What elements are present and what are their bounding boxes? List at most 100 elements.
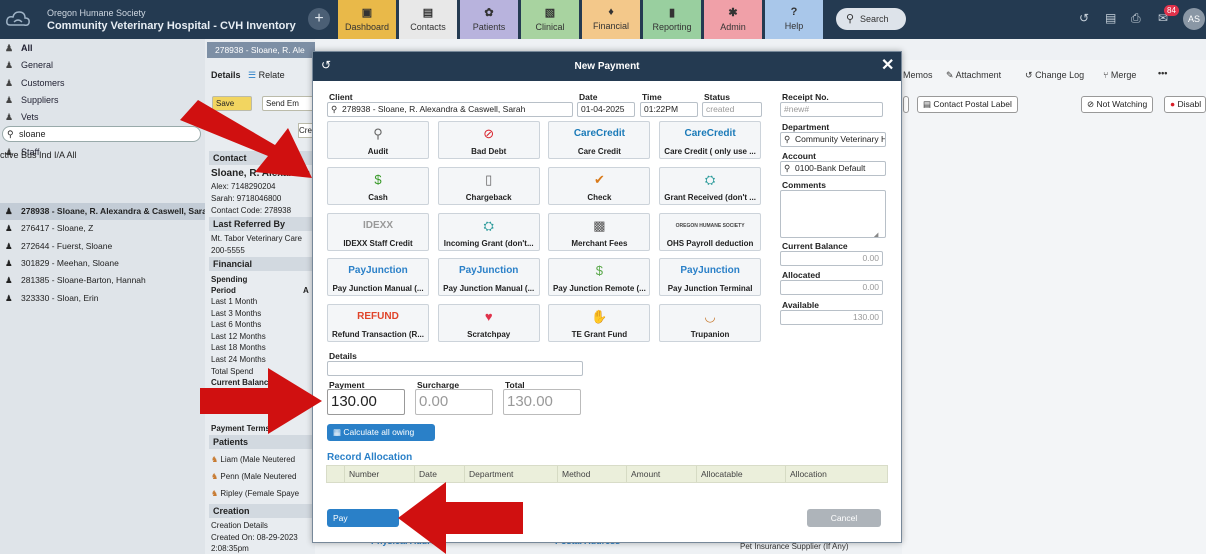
time-field[interactable]: 01:22PM xyxy=(640,102,698,117)
column-header[interactable]: Method xyxy=(557,466,626,482)
account-field[interactable]: ⚲ 0100-Bank Default xyxy=(780,161,886,176)
contact-search-input[interactable]: ⚲ sloane xyxy=(2,126,201,142)
nav-tab-reporting[interactable]: ▮ Reporting xyxy=(643,0,701,39)
nav-tab-contacts[interactable]: ▤ Contacts xyxy=(399,0,457,39)
change-log-link[interactable]: ↺ Change Log xyxy=(1025,70,1084,81)
contact-tab[interactable]: 278938 - Sloane, R. Ale xyxy=(207,42,315,58)
search-button[interactable]: ⚲ Search xyxy=(836,8,906,30)
payment-method-tile[interactable]: ⚲ Audit xyxy=(327,121,429,159)
payment-method-tile[interactable]: IDEXX IDEXX Staff Credit xyxy=(327,212,429,251)
column-header[interactable]: Number xyxy=(344,466,414,482)
history-icon[interactable]: ↺ xyxy=(1079,11,1089,25)
total-field: 130.00 xyxy=(503,389,581,415)
nav-tab-help[interactable]: ? Help xyxy=(765,0,823,39)
column-header[interactable]: Allocatable xyxy=(696,466,785,482)
payment-method-tile[interactable]: ⛭ Grant Received (don't ... xyxy=(659,166,762,205)
sidebar-item-vets[interactable]: ♟ Vets xyxy=(0,109,205,126)
payment-method-tile[interactable]: CareCredit Care Credit xyxy=(548,121,651,159)
dog-icon: ♞ xyxy=(211,489,221,498)
disable-label: Disabl xyxy=(1177,99,1202,109)
carecredit-logo-icon: CareCredit xyxy=(684,128,736,139)
document-icon[interactable]: ▤ xyxy=(1105,11,1116,25)
toolbar-button-partial[interactable] xyxy=(903,96,909,113)
avatar[interactable]: AS xyxy=(1183,8,1205,30)
hand-money-icon: ⛭ xyxy=(704,171,716,187)
nav-tab-financial[interactable]: ♦ Financial xyxy=(582,0,640,39)
payment-method-tile[interactable]: ✔ Check xyxy=(548,166,651,205)
pay-button[interactable]: Pay xyxy=(327,509,399,527)
payment-method-tile[interactable]: ✋ TE Grant Fund xyxy=(548,304,651,343)
client-field[interactable]: ⚲ 278938 - Sloane, R. Alexandra & Caswell… xyxy=(327,102,573,117)
contact-result-row[interactable]: ♟ 301829 - Meehan, Sloane xyxy=(0,255,205,272)
contact-result-row[interactable]: ♟ 281385 - Sloane-Barton, Hannah xyxy=(0,272,205,289)
payment-method-tile[interactable]: $ Cash xyxy=(327,166,429,205)
payment-method-tile[interactable]: ♥ Scratchpay xyxy=(437,304,540,343)
payment-method-tile[interactable]: REFUND Refund Transaction (R... xyxy=(327,304,429,343)
status-field: created xyxy=(702,102,762,117)
patient-row[interactable]: ♞ Liam (Male Neutered xyxy=(211,455,315,464)
date-field[interactable]: 01-04-2025 xyxy=(577,102,635,117)
nav-tab-label: Clinical xyxy=(535,22,565,32)
nav-tab-clinical[interactable]: ▧ Clinical xyxy=(521,0,579,39)
department-field[interactable]: ⚲ Community Veterinary H xyxy=(780,132,886,147)
printer-icon[interactable]: ⎙ xyxy=(1131,11,1141,26)
sidebar-item-all[interactable]: ♟ All xyxy=(0,40,205,57)
patient-row[interactable]: ♞ Penn (Male Neutered xyxy=(211,472,315,481)
close-icon[interactable]: ✕ xyxy=(881,55,894,75)
payment-method-tile[interactable]: ⊘ Bad Debt xyxy=(437,121,540,159)
contact-result-row[interactable]: ♟ 276417 - Sloane, Z xyxy=(0,220,205,237)
more-menu[interactable]: ••• xyxy=(1158,68,1167,78)
sidebar-item-customers[interactable]: ♟ Customers xyxy=(0,75,205,92)
person-icon: ♟ xyxy=(5,240,13,251)
column-header[interactable]: Allocation xyxy=(785,466,889,482)
payment-method-tile[interactable]: ◡ Trupanion xyxy=(659,304,762,343)
payment-method-tile[interactable]: ▩ Merchant Fees xyxy=(548,212,651,251)
contact-result-label: 276417 - Sloane, Z xyxy=(21,223,94,234)
label-icon: ▤ xyxy=(923,99,932,109)
disable-button[interactable]: ● Disabl xyxy=(1164,96,1206,113)
merge-link[interactable]: ⑂ Merge xyxy=(1103,70,1136,80)
app-title: Community Veterinary Hospital - CVH Inve… xyxy=(47,20,296,32)
contact-result-label: 323330 - Sloan, Erin xyxy=(21,292,99,303)
bill-icon: $ xyxy=(595,263,603,279)
add-tab-button[interactable]: + xyxy=(308,8,330,30)
contact-result-row[interactable]: ♟ 272644 - Fuerst, Sloane xyxy=(0,238,205,255)
cancel-button[interactable]: Cancel xyxy=(807,509,881,527)
column-header[interactable]: Amount xyxy=(626,466,696,482)
contact-result-row[interactable]: ♟ 278938 - Sloane, R. Alexandra & Caswell… xyxy=(0,203,205,220)
department-value: Community Veterinary H xyxy=(795,134,886,144)
sidebar-item-general[interactable]: ♟ General xyxy=(0,57,205,74)
receipt-label: Receipt No. xyxy=(782,92,829,102)
attachment-link[interactable]: ✎ Attachment xyxy=(946,70,1001,81)
payment-method-tile[interactable]: $ Pay Junction Remote (... xyxy=(548,258,651,297)
comments-field[interactable]: ◢ xyxy=(780,190,886,238)
resize-handle-icon[interactable]: ◢ xyxy=(873,229,881,237)
calculate-all-owing-button[interactable]: ▦ Calculate all owing xyxy=(327,424,435,441)
payment-method-tile[interactable]: ▯ Chargeback xyxy=(437,166,540,205)
column-header[interactable]: Department xyxy=(464,466,557,482)
status-filter[interactable]: ctive Bus Ind I/A All xyxy=(0,150,77,160)
watch-toggle-button[interactable]: ⊘ Not Watching xyxy=(1081,96,1154,113)
payment-method-tile[interactable]: OREGON HUMANE SOCIETY OHS Payroll deducti… xyxy=(659,212,762,251)
patient-row[interactable]: ♞ Ripley (Female Spaye xyxy=(211,489,315,498)
column-header[interactable]: Date xyxy=(414,466,464,482)
payment-method-tile[interactable]: CareCredit Care Credit ( only use ... xyxy=(659,121,762,159)
nav-tab-dashboard[interactable]: ▣ Dashboard xyxy=(338,0,396,39)
details-tab[interactable]: Details ☰ Relate xyxy=(211,70,315,81)
spending-label: Spending xyxy=(211,275,248,284)
details-field[interactable] xyxy=(327,361,583,376)
nav-tab-admin[interactable]: ✱ Admin xyxy=(704,0,762,39)
available-label: Available xyxy=(782,300,820,310)
memos-link[interactable]: Memos xyxy=(903,70,933,80)
contact-result-row[interactable]: ♟ 323330 - Sloan, Erin xyxy=(0,290,205,307)
payment-method-tile[interactable]: PayJunction Pay Junction Manual (... xyxy=(327,258,429,297)
payment-field[interactable]: 130.00 xyxy=(327,389,405,415)
payment-method-tile[interactable]: PayJunction Pay Junction Terminal xyxy=(659,258,762,297)
payment-method-tile[interactable]: PayJunction Pay Junction Manual (... xyxy=(437,258,540,297)
nav-tab-patients[interactable]: ✿ Patients xyxy=(460,0,518,39)
sidebar-item-suppliers[interactable]: ♟ Suppliers xyxy=(0,92,205,109)
receipt-field[interactable]: #new# xyxy=(780,102,883,117)
payment-method-label: Refund Transaction (R... xyxy=(331,330,424,340)
postal-label-button[interactable]: ▤ Contact Postal Label xyxy=(917,96,1018,113)
payment-method-tile[interactable]: ⛭ Incoming Grant (don't... xyxy=(437,212,540,251)
